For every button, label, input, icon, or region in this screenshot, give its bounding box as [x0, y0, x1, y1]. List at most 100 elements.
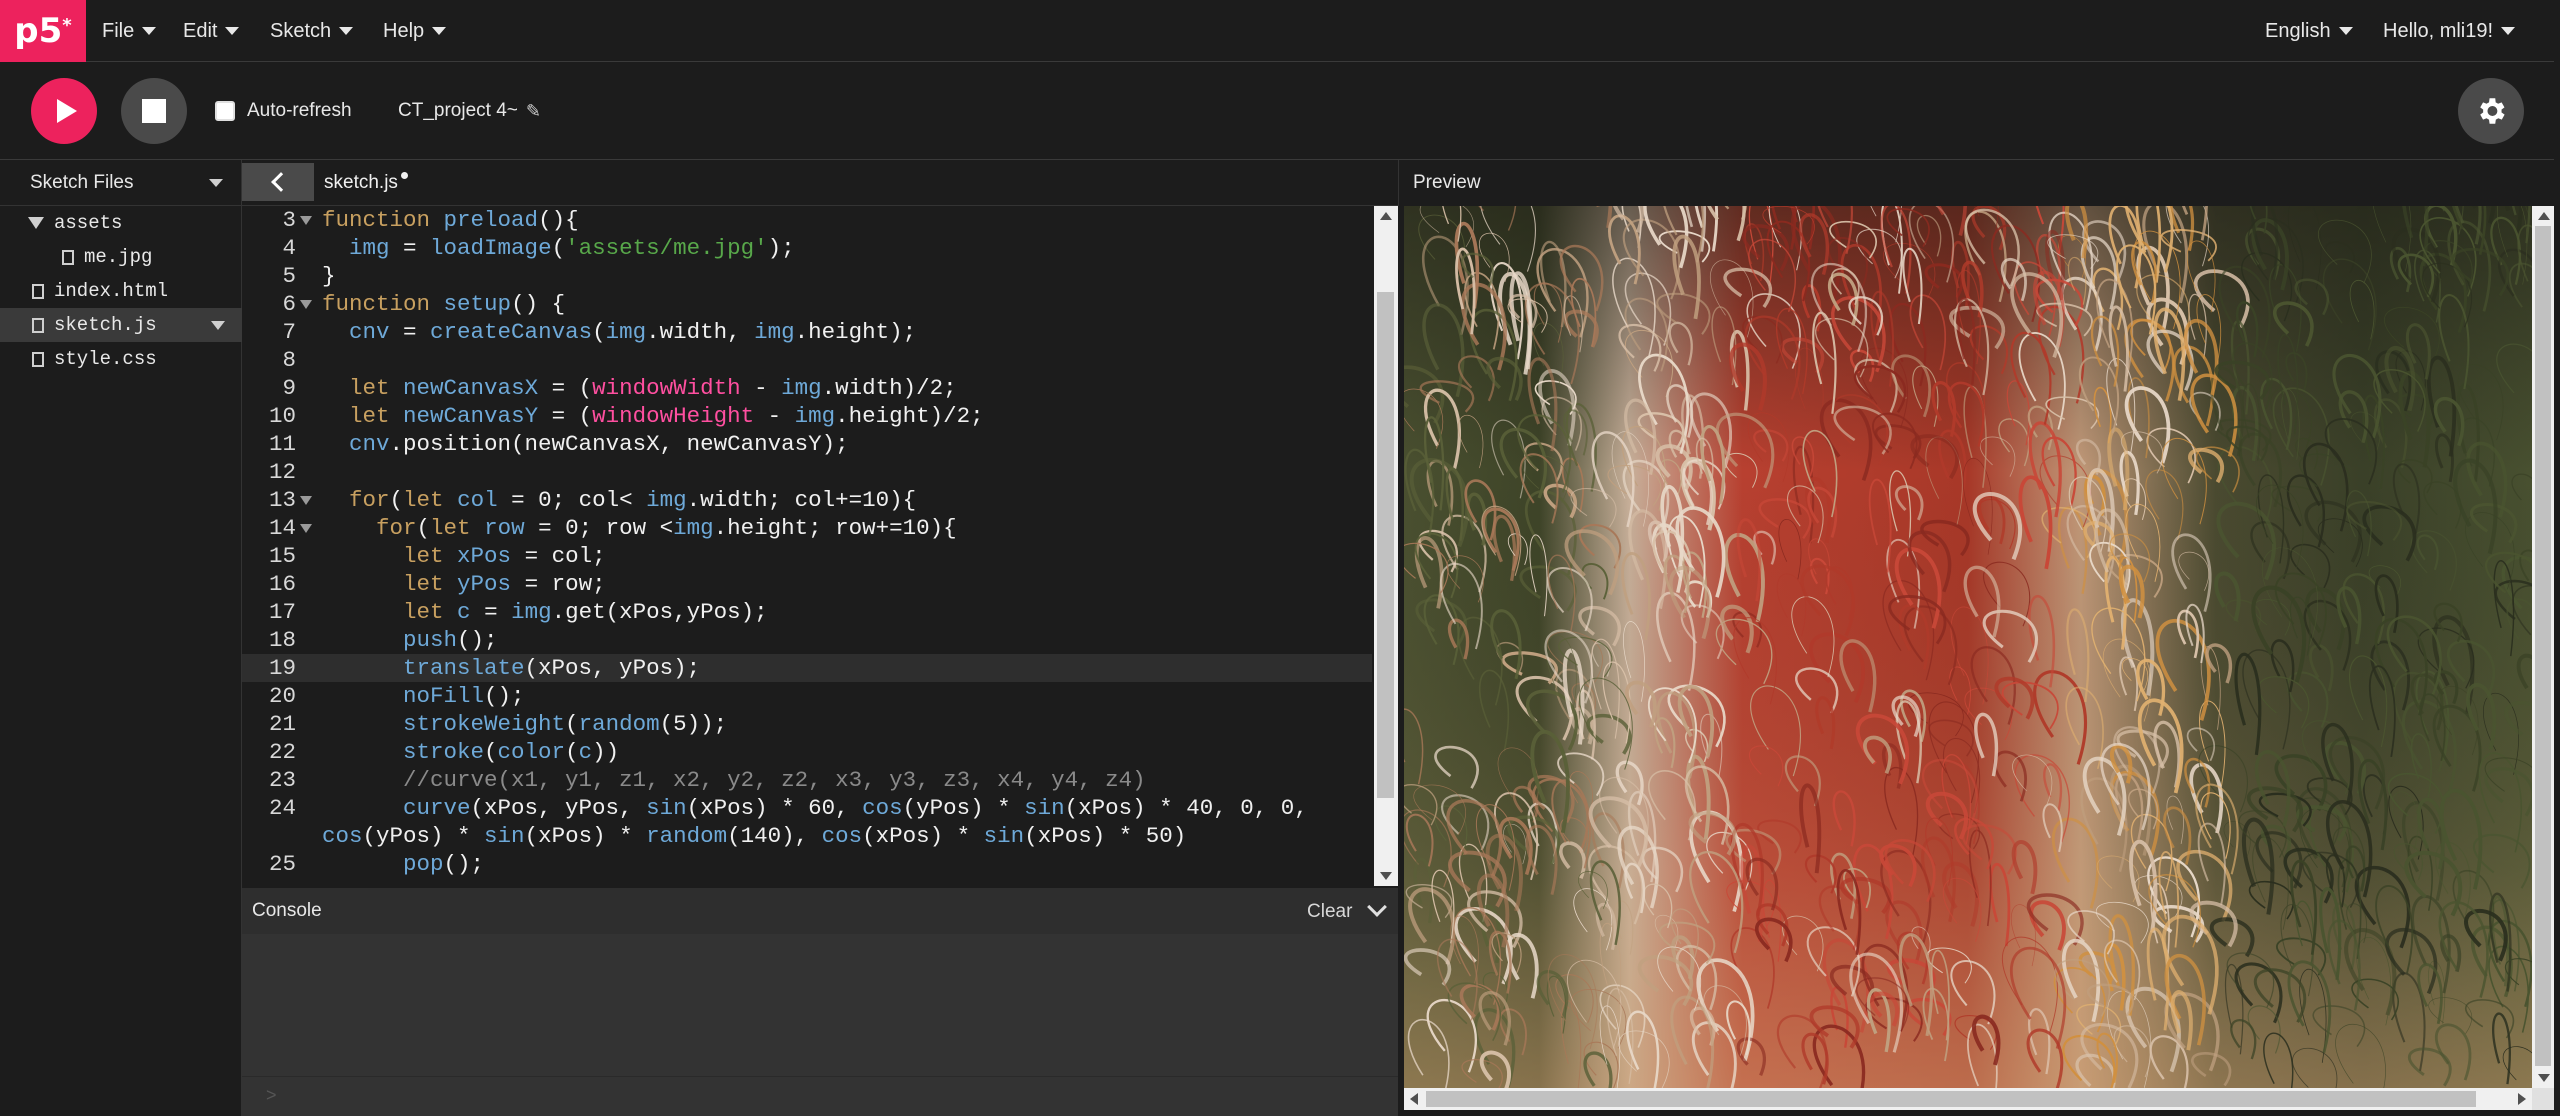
menu-file[interactable]: File [102, 0, 157, 62]
code-line[interactable]: 5} [242, 262, 1372, 290]
code-line[interactable]: 12 [242, 458, 1372, 486]
code-line[interactable]: 10 let newCanvasY = (windowHeight - img.… [242, 402, 1372, 430]
file-item-index-html[interactable]: index.html [0, 274, 242, 308]
line-number: 6 [282, 291, 296, 317]
p5-logo[interactable]: p5 * [0, 0, 86, 62]
code-line[interactable]: 25 pop(); [242, 850, 1372, 878]
settings-button[interactable] [2458, 78, 2524, 144]
file-name: index.html [54, 280, 169, 302]
file-item-style-css[interactable]: style.css [0, 342, 242, 376]
code-line[interactable]: 13 for(let col = 0; col< img.width; col+… [242, 486, 1372, 514]
logo-text: p5 [14, 11, 63, 51]
sidebar-title: Sketch Files [30, 171, 134, 193]
sidebar-header[interactable]: Sketch Files [0, 160, 241, 206]
auto-refresh-checkbox[interactable] [215, 101, 235, 121]
preview-vertical-scrollbar[interactable] [2532, 206, 2554, 1088]
user-menu[interactable]: Hello, mli19! [2383, 0, 2516, 62]
scroll-down-arrow-icon[interactable] [1380, 872, 1392, 880]
code-line[interactable]: 3 function preload(){ [242, 206, 1372, 234]
scrollbar-corner [2532, 1088, 2554, 1110]
project-name-label: CT_project 4~ [398, 100, 518, 121]
menu-help[interactable]: Help [383, 0, 447, 62]
code-line[interactable]: 11 cnv.position(newCanvasX, newCanvasY); [242, 430, 1372, 458]
code-line[interactable]: 16 let yPos = row; [242, 570, 1372, 598]
scroll-down-arrow-icon[interactable] [2538, 1074, 2550, 1082]
file-icon [32, 351, 44, 367]
editor-tab-bar: sketch.js [242, 160, 1398, 206]
fold-arrow-icon[interactable] [300, 216, 312, 225]
code-line[interactable]: 4 img = loadImage('assets/me.jpg'); [242, 234, 1372, 262]
code-line[interactable]: 18 push(); [242, 626, 1372, 654]
file-icon [62, 249, 74, 265]
code-line[interactable]: 15 let xPos = col; [242, 542, 1372, 570]
code-line[interactable]: 9 let newCanvasX = (windowWidth - img.wi… [242, 374, 1372, 402]
line-number: 3 [282, 207, 296, 233]
console-prompt: > [266, 1085, 277, 1105]
code-text: function setup() { [322, 291, 566, 317]
tab-label: sketch.js [324, 172, 398, 193]
code-line[interactable]: 19 translate(xPos, yPos); [242, 654, 1372, 682]
code-line[interactable]: 20 noFill(); [242, 682, 1372, 710]
project-name[interactable]: CT_project 4~ ✎ [398, 100, 541, 122]
editor-scroll-thumb[interactable] [1377, 292, 1394, 798]
scroll-up-arrow-icon[interactable] [2538, 212, 2550, 220]
folder-open-icon[interactable] [28, 217, 44, 229]
code-line[interactable]: 23 //curve(x1, y1, z1, x2, y2, z2, x3, y… [242, 766, 1372, 794]
fold-arrow-icon[interactable] [300, 300, 312, 309]
code-line[interactable]: 14 for(let row = 0; row <img.height; row… [242, 514, 1372, 542]
code-line[interactable]: 7 cnv = createCanvas(img.width, img.heig… [242, 318, 1372, 346]
file-name: me.jpg [84, 246, 153, 268]
code-line[interactable]: cos(yPos) * sin(xPos) * random(140), cos… [242, 822, 1372, 850]
scroll-left-arrow-icon[interactable] [1410, 1093, 1418, 1105]
preview-horizontal-thumb[interactable] [1426, 1091, 2476, 1107]
code-line[interactable]: 21 strokeWeight(random(5)); [242, 710, 1372, 738]
code-line[interactable]: 24 curve(xPos, yPos, sin(xPos) * 60, cos… [242, 794, 1372, 822]
menu-file-label: File [102, 19, 135, 42]
console-title: Console [252, 900, 322, 921]
code-text: cnv = createCanvas(img.width, img.height… [349, 319, 917, 345]
code-editor[interactable]: 3 function preload(){4 img = loadImage('a… [242, 206, 1398, 886]
menu-edit[interactable]: Edit [183, 0, 240, 62]
file-name: style.css [54, 348, 157, 370]
menu-sketch-label: Sketch [270, 19, 332, 42]
stop-button[interactable] [121, 78, 187, 144]
menu-sketch[interactable]: Sketch [270, 0, 354, 62]
code-text: img = loadImage('assets/me.jpg'); [349, 235, 795, 261]
chevron-down-icon[interactable] [211, 321, 225, 330]
chevron-down-icon[interactable] [209, 179, 223, 187]
play-button[interactable] [31, 78, 97, 144]
auto-refresh-toggle[interactable]: Auto-refresh [215, 100, 352, 122]
code-text: let newCanvasY = (windowHeight - img.hei… [349, 403, 984, 429]
gear-icon [2480, 98, 2505, 124]
code-line[interactable]: 8 [242, 346, 1372, 374]
file-item-sketch-js[interactable]: sketch.js [0, 308, 242, 342]
fold-arrow-icon[interactable] [300, 524, 312, 533]
pencil-icon[interactable]: ✎ [526, 101, 541, 122]
file-item-assets[interactable]: assets [0, 206, 242, 240]
code-line[interactable]: 6 function setup() { [242, 290, 1372, 318]
collapse-sidebar-button[interactable] [242, 163, 314, 201]
chevron-down-icon[interactable] [1367, 897, 1387, 917]
line-number: 24 [268, 795, 296, 821]
code-line[interactable]: 22 stroke(color(c)) [242, 738, 1372, 766]
scroll-right-arrow-icon[interactable] [2518, 1093, 2526, 1105]
chevron-down-icon [2501, 27, 2516, 35]
console-clear-button[interactable]: Clear [1307, 901, 1352, 923]
console-input[interactable]: > [242, 1076, 1398, 1116]
language-menu[interactable]: English [2265, 0, 2353, 62]
stop-icon [142, 99, 166, 123]
editor-scrollbar[interactable] [1374, 206, 1398, 886]
preview-vertical-thumb[interactable] [2535, 226, 2551, 1066]
code-text: for(let col = 0; col< img.width; col+=10… [349, 487, 917, 513]
line-number: 16 [268, 571, 296, 597]
file-item-me-jpg[interactable]: me.jpg [0, 240, 242, 274]
preview-header: Preview [1398, 160, 2560, 206]
user-label: Hello, mli19! [2383, 19, 2494, 42]
fold-arrow-icon[interactable] [300, 496, 312, 505]
preview-horizontal-scrollbar[interactable] [1404, 1088, 2532, 1110]
code-line[interactable]: 17 let c = img.get(xPos,yPos); [242, 598, 1372, 626]
tab-sketch-js[interactable]: sketch.js [324, 160, 408, 206]
scroll-up-arrow-icon[interactable] [1380, 212, 1392, 220]
auto-refresh-label: Auto-refresh [247, 100, 352, 121]
preview-canvas[interactable] [1404, 206, 2532, 1088]
